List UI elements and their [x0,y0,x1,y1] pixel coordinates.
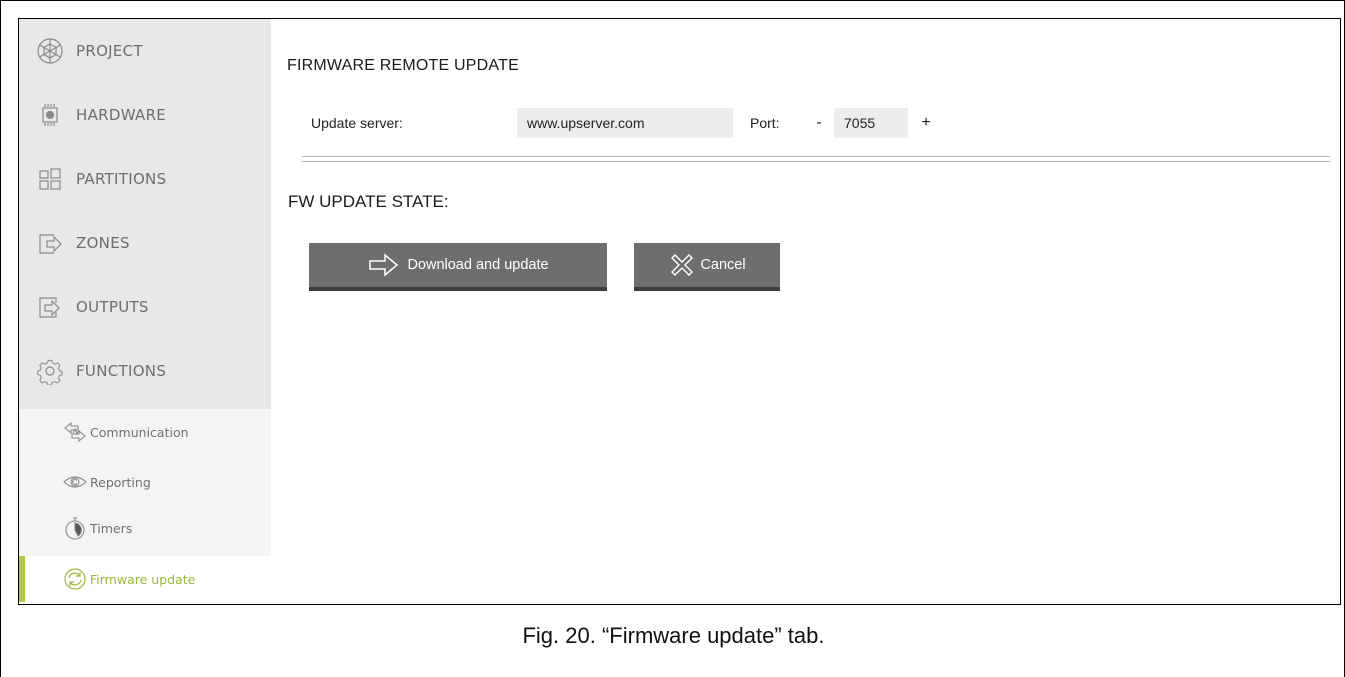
port-increment-button[interactable]: + [914,108,938,138]
cancel-button-label: Cancel [700,257,746,273]
divider [302,156,1330,162]
sub-item-reporting[interactable]: Reporting [19,459,271,505]
figure-frame: PROJECT HARDWARE PARTITIONS ZONES OUTPUT… [0,0,1345,677]
sub-item-label: Firmware update [90,571,196,587]
sub-item-label: Communication [90,424,189,440]
update-server-label: Update server: [311,115,403,131]
download-and-update-button[interactable]: Download and update [309,243,607,291]
partitions-icon [36,165,64,193]
menu-item-label: FUNCTIONS [76,362,167,380]
main-menu: PROJECT HARDWARE PARTITIONS ZONES OUTPUT… [19,19,271,409]
menu-item-label: PROJECT [76,42,143,60]
zones-icon [36,229,64,257]
close-icon [668,251,696,279]
sub-item-communication[interactable]: Communication [19,409,271,455]
project-icon [36,37,64,65]
cancel-button[interactable]: Cancel [634,243,780,291]
menu-item-zones[interactable]: ZONES [19,211,271,275]
fw-update-state-title: FW UPDATE STATE: [288,192,449,211]
chip-icon [36,101,64,129]
app-window: PROJECT HARDWARE PARTITIONS ZONES OUTPUT… [18,18,1341,605]
menu-item-hardware[interactable]: HARDWARE [19,83,271,147]
menu-item-functions[interactable]: FUNCTIONS [19,339,271,403]
port-decrement-button[interactable]: - [807,108,831,138]
sub-item-label: Reporting [90,474,151,490]
menu-item-label: ZONES [76,234,130,252]
sub-item-firmware-update[interactable]: Firmware update [19,556,271,602]
update-server-input[interactable] [517,108,733,138]
menu-item-project[interactable]: PROJECT [19,19,271,83]
sub-menu: Communication Reporting Timers [19,409,271,556]
menu-item-partitions[interactable]: PARTITIONS [19,147,271,211]
main-content: FIRMWARE REMOTE UPDATE Update server: Po… [271,19,1340,604]
figure-caption: Fig. 20. “Firmware update” tab. [522,623,825,648]
sidebar: PROJECT HARDWARE PARTITIONS ZONES OUTPUT… [19,19,271,604]
gear-icon [36,357,64,385]
refresh-icon [62,566,88,592]
download-button-label: Download and update [407,257,549,273]
sub-item-timers[interactable]: Timers [19,505,271,551]
arrow-right-icon [367,251,401,279]
menu-item-label: HARDWARE [76,106,167,124]
port-input[interactable] [834,108,908,138]
communication-icon [62,419,88,445]
menu-item-outputs[interactable]: OUTPUTS [19,275,271,339]
menu-item-label: PARTITIONS [76,170,167,188]
section-title: FIRMWARE REMOTE UPDATE [287,57,519,74]
active-indicator [19,556,25,602]
menu-item-label: OUTPUTS [76,298,149,316]
eye-icon [62,469,88,495]
port-label: Port: [750,115,780,131]
outputs-icon [36,293,64,321]
sub-item-label: Timers [90,520,133,536]
stopwatch-icon [62,515,88,541]
